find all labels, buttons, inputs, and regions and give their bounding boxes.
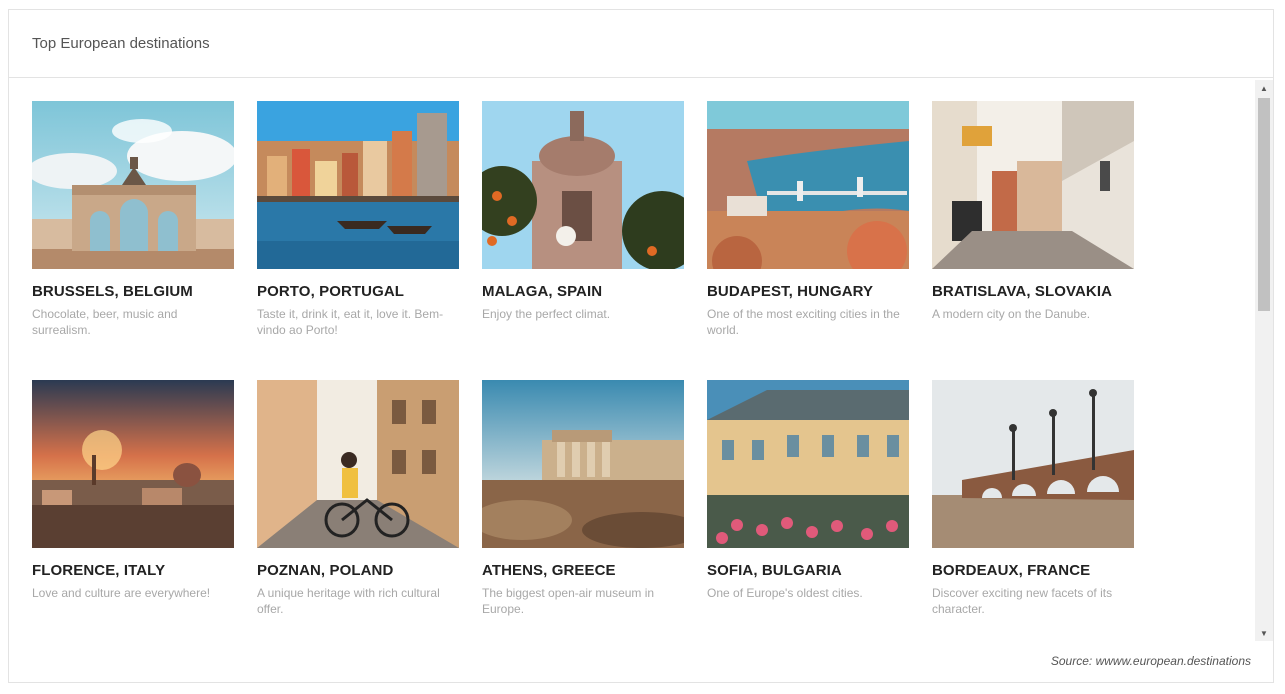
destination-description: One of Europe's oldest cities. — [707, 586, 863, 600]
destination-description: Discover exciting new facets of its char… — [932, 586, 1113, 616]
destination-card-poznan[interactable]: POZNAN, POLAND A unique heritage with ri… — [257, 380, 459, 643]
destination-image-budapest — [707, 101, 909, 269]
triangle-down-icon[interactable]: ▼ — [1255, 625, 1273, 641]
destination-image-athens — [482, 380, 684, 548]
destinations-scroll-area[interactable]: BRUSSELS, BELGIUM Chocolate, beer, music… — [9, 78, 1255, 643]
destination-card-sofia[interactable]: SOFIA, BULGARIA One of Europe's oldest c… — [707, 380, 909, 643]
destination-card-malaga[interactable]: MALAGA, SPAIN Enjoy the perfect climat. — [482, 101, 684, 380]
destination-description: One of the most exciting cities in the w… — [707, 307, 900, 337]
destination-title: BRATISLAVA, SLOVAKIA — [932, 283, 1113, 300]
vertical-scrollbar[interactable]: ▲ ▼ — [1255, 80, 1273, 641]
destination-description: Chocolate, beer, music and surrealism. — [32, 307, 178, 337]
destination-description: A modern city on the Danube. — [932, 307, 1091, 321]
destinations-grid: BRUSSELS, BELGIUM Chocolate, beer, music… — [32, 101, 1134, 643]
destinations-widget: Top European destinations BRUSSELS, BELG… — [8, 9, 1274, 683]
widget-header: Top European destinations — [9, 10, 1273, 78]
destination-image-bordeaux — [932, 380, 1134, 548]
destination-title: MALAGA, SPAIN — [482, 283, 603, 300]
source-caption: Source: wwww.european.destinations — [1050, 654, 1251, 668]
destination-image-florence — [32, 380, 234, 548]
destination-card-athens[interactable]: ATHENS, GREECE The biggest open-air muse… — [482, 380, 684, 643]
destination-card-porto[interactable]: PORTO, PORTUGAL Taste it, drink it, eat … — [257, 101, 459, 380]
destination-image-porto — [257, 101, 459, 269]
destination-title: SOFIA, BULGARIA — [707, 562, 842, 579]
destination-image-bratislava — [932, 101, 1134, 269]
destination-image-sofia — [707, 380, 909, 548]
destination-description: The biggest open-air museum in Europe. — [482, 586, 655, 616]
triangle-up-icon[interactable]: ▲ — [1255, 80, 1273, 96]
destination-description: Taste it, drink it, eat it, love it. Bem… — [257, 307, 444, 337]
destination-image-malaga — [482, 101, 684, 269]
destination-title: PORTO, PORTUGAL — [257, 283, 405, 300]
destination-description: Love and culture are everywhere! — [32, 586, 211, 600]
scrollbar-thumb[interactable] — [1258, 98, 1270, 311]
destination-title: POZNAN, POLAND — [257, 562, 394, 579]
destination-card-bratislava[interactable]: BRATISLAVA, SLOVAKIA A modern city on th… — [932, 101, 1134, 380]
destination-title: FLORENCE, ITALY — [32, 562, 166, 579]
destination-card-florence[interactable]: FLORENCE, ITALY Love and culture are eve… — [32, 380, 234, 643]
destination-description: Enjoy the perfect climat. — [482, 307, 611, 321]
destination-card-bordeaux[interactable]: BORDEAUX, FRANCE Discover exciting new f… — [932, 380, 1134, 643]
destination-description: A unique heritage with rich cultural off… — [257, 586, 440, 616]
destination-image-poznan — [257, 380, 459, 548]
widget-title: Top European destinations — [32, 35, 210, 52]
destination-title: BUDAPEST, HUNGARY — [707, 283, 874, 300]
destination-card-brussels[interactable]: BRUSSELS, BELGIUM Chocolate, beer, music… — [32, 101, 234, 380]
destination-title: ATHENS, GREECE — [482, 562, 616, 579]
destination-image-brussels — [32, 101, 234, 269]
destination-title: BRUSSELS, BELGIUM — [32, 283, 193, 300]
destination-title: BORDEAUX, FRANCE — [932, 562, 1091, 579]
destination-card-budapest[interactable]: BUDAPEST, HUNGARY One of the most exciti… — [707, 101, 909, 380]
